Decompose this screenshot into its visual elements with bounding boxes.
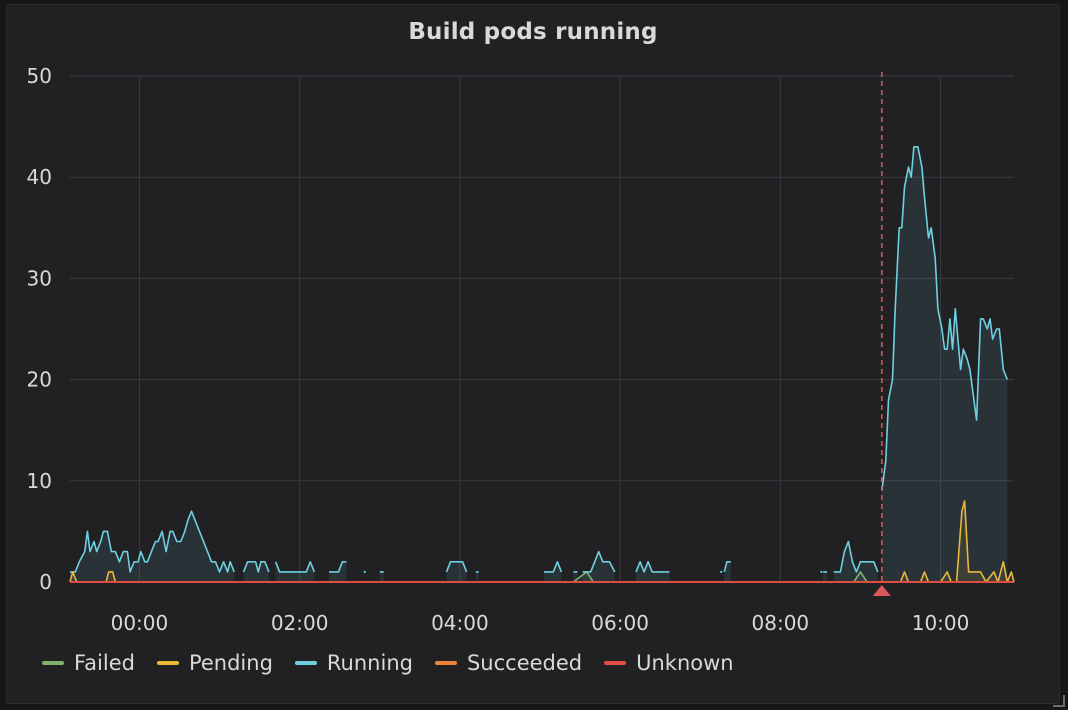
legend-label: Succeeded (466, 651, 583, 675)
series-running-area (573, 571, 578, 582)
legend-item-unknown[interactable]: Unknown (604, 651, 734, 675)
legend-item-pending[interactable]: Pending (156, 651, 273, 675)
legend-swatch (434, 661, 457, 665)
x-axis: 00:00 02:00 04:00 06:00 08:00 10:00 (111, 611, 970, 635)
series-running-area (582, 551, 615, 582)
series-layer (69, 146, 1015, 583)
series-running-area (881, 146, 1008, 583)
x-tick-label: 08:00 (752, 611, 810, 635)
legend-item-succeeded[interactable]: Succeeded (434, 651, 583, 675)
legend-item-running[interactable]: Running (294, 651, 413, 675)
y-tick-label: 10 (27, 469, 52, 493)
y-tick-label: 0 (39, 570, 52, 594)
legend-swatch (294, 661, 317, 665)
legend-swatch (42, 661, 64, 665)
resize-handle[interactable] (1053, 695, 1065, 707)
legend-swatch (604, 661, 627, 665)
legend-label: Unknown (636, 651, 734, 675)
y-tick-label: 40 (27, 165, 52, 189)
series-running-area (823, 571, 828, 582)
y-tick-label: 20 (27, 368, 52, 392)
legend-label: Failed (74, 651, 135, 675)
legend-item-failed[interactable]: Failed (42, 651, 135, 675)
series-running-area (724, 561, 731, 582)
legend-label: Pending (188, 651, 273, 675)
series-running-area (379, 571, 384, 582)
legend-swatch (156, 661, 179, 665)
x-tick-label: 04:00 (431, 611, 489, 635)
y-tick-label: 50 (27, 64, 52, 88)
annotation-marker-icon[interactable] (872, 585, 891, 596)
x-tick-label: 02:00 (271, 611, 329, 635)
chart-canvas: 0 10 20 30 40 50 00:00 02:00 04:00 06:00 08:00 10:… (27, 64, 1015, 635)
y-tick-label: 30 (27, 266, 52, 290)
series-running-area (475, 571, 479, 582)
x-tick-label: 06:00 (591, 611, 649, 635)
y-axis: 0 10 20 30 40 50 (27, 64, 52, 594)
grid (70, 75, 1014, 583)
x-tick-label: 00:00 (111, 611, 169, 635)
legend-label: Running (326, 651, 413, 675)
x-tick-label: 10:00 (912, 611, 970, 635)
legend: Failed Pending Running Succeeded Unknown (42, 651, 734, 675)
